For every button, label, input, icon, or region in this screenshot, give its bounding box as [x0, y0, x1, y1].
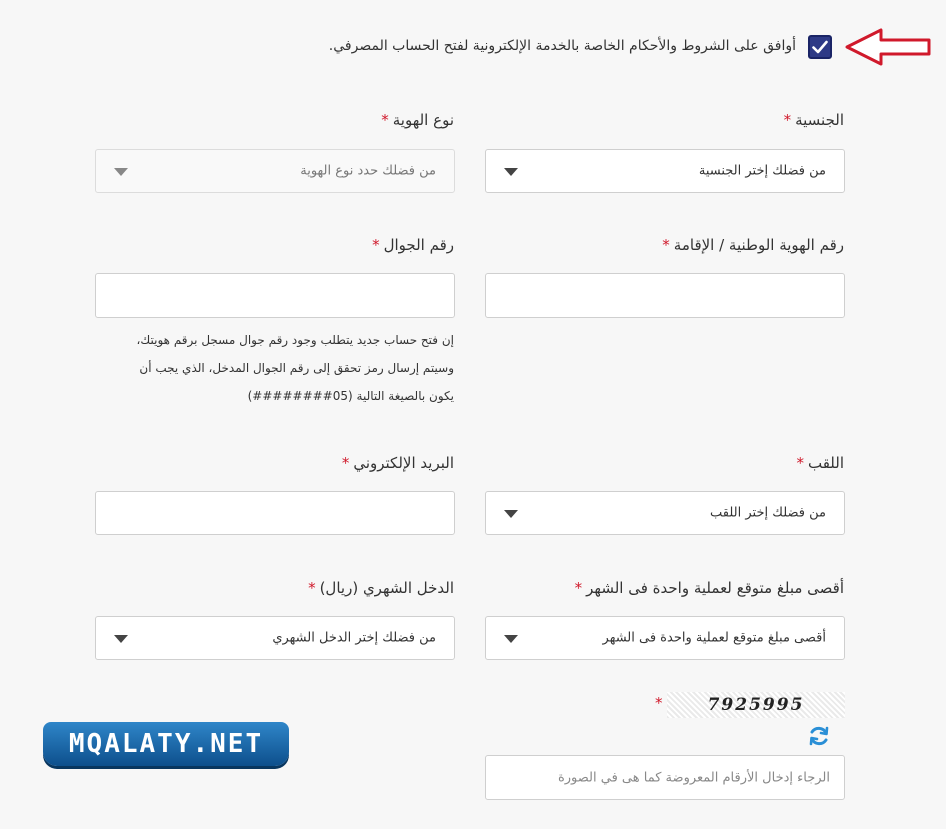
max-amount-select[interactable]: أقصى مبلغ متوقع لعملية واحدة فى الشهر	[485, 616, 845, 660]
terms-checkbox[interactable]	[808, 35, 832, 59]
mobile-label: رقم الجوال*	[372, 236, 454, 254]
title-select-value: من فضلك إختر اللقب	[710, 505, 826, 521]
chevron-down-icon	[504, 168, 518, 176]
captcha-input-placeholder: الرجاء إدخال الأرقام المعروضة كما هى في …	[557, 770, 830, 785]
max-amount-select-value: أقصى مبلغ متوقع لعملية واحدة فى الشهر	[602, 630, 826, 646]
income-select[interactable]: من فضلك إختر الدخل الشهري	[95, 616, 455, 660]
nationality-label: الجنسية*	[783, 111, 844, 129]
national-id-input[interactable]	[485, 273, 845, 318]
mobile-input[interactable]	[95, 273, 455, 318]
chevron-down-icon	[504, 635, 518, 643]
email-input[interactable]	[95, 491, 455, 535]
captcha-input[interactable]: الرجاء إدخال الأرقام المعروضة كما هى في …	[485, 755, 845, 800]
arrow-left-icon	[845, 28, 931, 66]
income-label: الدخل الشهري (ريال)*	[308, 579, 454, 597]
captcha-image-text: 7925995	[707, 695, 805, 715]
id-type-select-value: من فضلك حدد نوع الهوية	[300, 163, 436, 179]
watermark-logo-text: MQALATY.NET	[68, 729, 264, 759]
national-id-label: رقم الهوية الوطنية / الإقامة*	[662, 236, 844, 254]
mobile-hint-line: وسيتم إرسال رمز تحقق إلى رقم الجوال المد…	[139, 361, 454, 375]
captcha-required-mark: *	[655, 694, 663, 712]
mobile-hint-line: يكون بالصيغة التالية (05########)	[247, 389, 454, 403]
refresh-icon[interactable]	[808, 725, 830, 747]
chevron-down-icon	[114, 168, 128, 176]
nationality-select[interactable]: من فضلك إختر الجنسية	[485, 149, 845, 193]
chevron-down-icon	[114, 635, 128, 643]
max-amount-label: أقصى مبلغ متوقع لعملية واحدة فى الشهر*	[574, 579, 844, 597]
title-label: اللقب*	[796, 454, 844, 472]
nationality-select-value: من فضلك إختر الجنسية	[698, 163, 826, 179]
chevron-down-icon	[504, 510, 518, 518]
id-type-label: نوع الهوية*	[381, 111, 454, 129]
watermark-logo: MQALATY.NET	[43, 722, 289, 766]
mobile-hint: إن فتح حساب جديد يتطلب وجود رقم جوال مسج…	[94, 326, 454, 410]
income-select-value: من فضلك إختر الدخل الشهري	[272, 630, 436, 646]
mobile-hint-line: إن فتح حساب جديد يتطلب وجود رقم جوال مسج…	[136, 333, 454, 347]
title-select[interactable]: من فضلك إختر اللقب	[485, 491, 845, 535]
terms-label[interactable]: أوافق على الشروط والأحكام الخاصة بالخدمة…	[329, 38, 796, 54]
id-type-select[interactable]: من فضلك حدد نوع الهوية	[95, 149, 455, 193]
email-label: البريد الإلكتروني*	[341, 454, 454, 472]
checkmark-icon	[812, 40, 828, 54]
captcha-image: 7925995	[667, 692, 845, 718]
